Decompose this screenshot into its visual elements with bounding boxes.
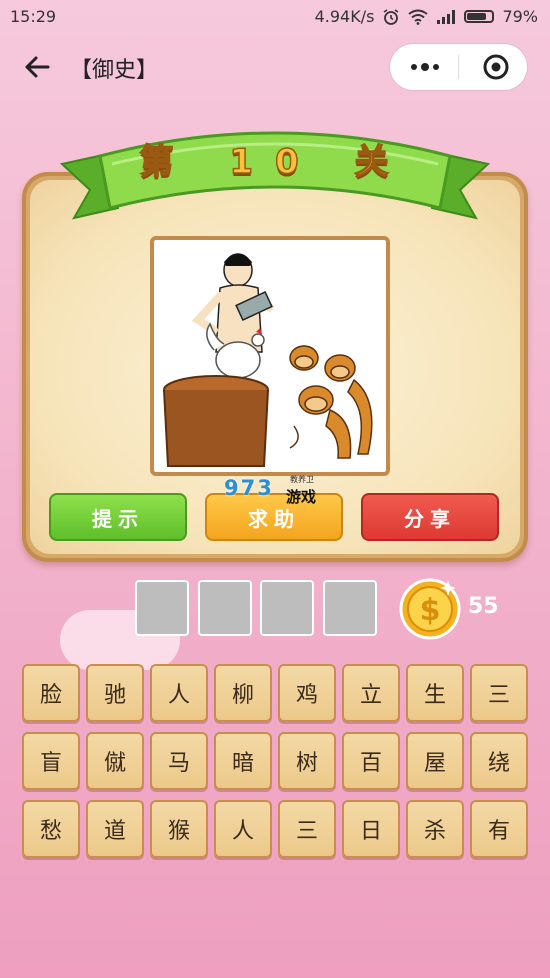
alarm-icon bbox=[383, 8, 399, 25]
character-tile[interactable]: 杀 bbox=[406, 800, 464, 858]
character-tile[interactable]: 暗 bbox=[214, 732, 272, 790]
more-dots-icon[interactable] bbox=[408, 56, 442, 78]
character-tile[interactable]: 僦 bbox=[86, 732, 144, 790]
svg-text:$: $ bbox=[420, 593, 441, 628]
capsule-divider bbox=[458, 55, 459, 79]
character-tile[interactable]: 生 bbox=[406, 664, 464, 722]
battery-icon bbox=[464, 10, 495, 23]
coin-count: 55 bbox=[468, 594, 499, 619]
miniprogram-capsule bbox=[390, 44, 527, 90]
character-tile[interactable]: 鸡 bbox=[278, 664, 336, 722]
close-miniprogram-icon[interactable] bbox=[482, 53, 510, 81]
nav-bar: 【御史】 bbox=[0, 34, 550, 100]
share-button[interactable]: 分享 bbox=[361, 493, 499, 541]
level-title: 第 10 关 bbox=[139, 141, 411, 183]
character-tile[interactable]: 三 bbox=[470, 664, 528, 722]
battery-percent: 79% bbox=[502, 7, 538, 26]
character-tile[interactable]: 道 bbox=[86, 800, 144, 858]
character-tile[interactable]: 立 bbox=[342, 664, 400, 722]
character-tile[interactable]: 驰 bbox=[86, 664, 144, 722]
level-ribbon: 第 10 关 bbox=[59, 116, 491, 226]
status-indicators: 4.94K/s 79% bbox=[315, 7, 538, 26]
puzzle-illustration bbox=[163, 253, 373, 467]
watermark-text: 游戏 bbox=[286, 488, 317, 506]
puzzle-image bbox=[150, 236, 390, 476]
answer-slot[interactable] bbox=[260, 580, 314, 636]
signal-icon bbox=[437, 9, 456, 24]
character-tile[interactable]: 柳 bbox=[214, 664, 272, 722]
network-speed: 4.94K/s bbox=[314, 7, 375, 26]
character-tile[interactable]: 愁 bbox=[22, 800, 80, 858]
character-tile[interactable]: 有 bbox=[470, 800, 528, 858]
character-tile[interactable]: 日 bbox=[342, 800, 400, 858]
back-arrow-icon[interactable] bbox=[22, 52, 52, 82]
watermark-number: 973 bbox=[224, 476, 274, 500]
battery-fill bbox=[467, 13, 487, 20]
hint-button[interactable]: 提示 bbox=[49, 493, 187, 541]
site-watermark: 973 教养卫 游戏 bbox=[224, 474, 328, 508]
character-tile[interactable]: 树 bbox=[278, 732, 336, 790]
character-tile[interactable]: 三 bbox=[278, 800, 336, 858]
watermark-small-text: 教养卫 bbox=[290, 475, 314, 484]
character-tile[interactable]: 盲 bbox=[22, 732, 80, 790]
character-tile[interactable]: 马 bbox=[150, 732, 208, 790]
answer-slot[interactable] bbox=[135, 580, 189, 636]
status-bar: 15:29 4.94K/s 79% bbox=[0, 0, 550, 34]
gold-coin-icon: $ bbox=[399, 578, 461, 640]
character-tile[interactable]: 百 bbox=[342, 732, 400, 790]
character-tile[interactable]: 绕 bbox=[470, 732, 528, 790]
status-time: 15:29 bbox=[10, 7, 57, 26]
character-tile[interactable]: 脸 bbox=[22, 664, 80, 722]
character-tile[interactable]: 人 bbox=[214, 800, 272, 858]
character-tile[interactable]: 屋 bbox=[406, 732, 464, 790]
answer-slot[interactable] bbox=[323, 580, 377, 636]
character-tile[interactable]: 人 bbox=[150, 664, 208, 722]
wifi-icon bbox=[408, 9, 429, 25]
answer-slot[interactable] bbox=[198, 580, 252, 636]
page-title: 【御史】 bbox=[70, 58, 159, 83]
character-tile[interactable]: 猴 bbox=[150, 800, 208, 858]
